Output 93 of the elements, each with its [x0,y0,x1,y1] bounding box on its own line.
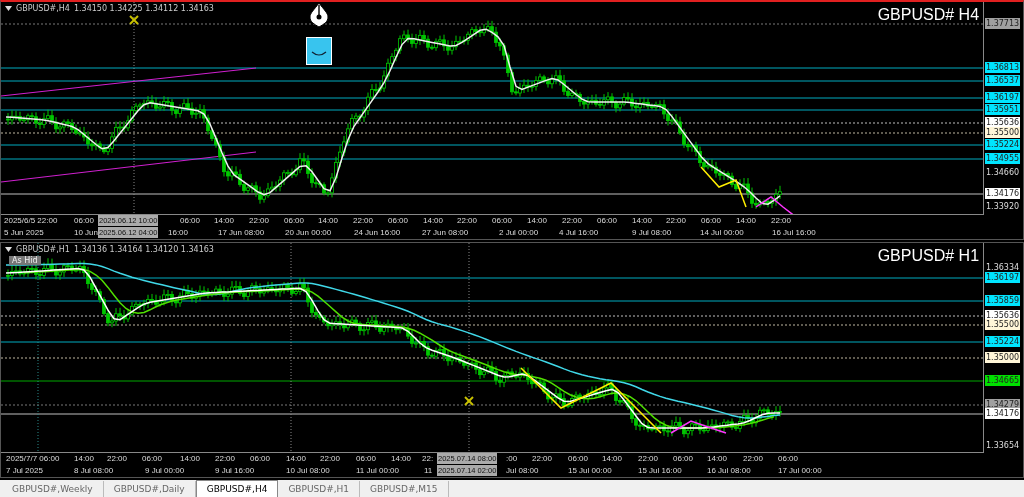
time-label: 06:00 [283,215,306,226]
time-label: 22:00 [456,215,479,226]
time-label: 2025/7/7 06:00 [5,453,61,464]
time-label: 06:00 [179,215,202,226]
time-label: 14:00 [601,453,624,464]
date-label: 10 Jul 08:00 [285,465,331,476]
time-label: 22: [421,453,435,464]
date-label: 14 Jul 00:00 [699,227,745,238]
time-label: 14:00 [285,453,308,464]
time-label: 22:00 [319,453,342,464]
date-label: 17 Jul 00:00 [777,465,823,476]
date-label: 16 Jul 16:00 [771,227,817,238]
price-label: 1.36334 [985,262,1021,273]
ohlc-values: 1.34150 1.34225 1.34112 1.34163 [73,4,214,13]
price-label: 1.36197 [985,272,1021,283]
date-label: 2 Jul 00:00 [498,227,540,238]
time-label: 22:00 [770,215,793,226]
date-label: 24 Jun 16:00 [353,227,402,238]
time-label: 06:00 [596,215,619,226]
date-label: 15 Jul 00:00 [567,465,613,476]
time-label: 14:00 [390,453,413,464]
time-label: 06:00 [491,215,514,226]
price-label: 1.33654 [985,440,1021,451]
time-label: 14:00 [735,215,758,226]
time-label: 06:00 [355,453,378,464]
time-label: 22:00 [248,215,271,226]
date-label: 9 Jul 08:00 [631,227,673,238]
time-label: 22:00 [531,453,554,464]
time-label: 22:00 [352,215,375,226]
time-label: 22:00 [561,215,584,226]
time-label: 22:00 [214,453,237,464]
date-label: 7 Jul 2025 [5,465,44,476]
price-label: 1.35951 [985,104,1021,115]
time-label: 22:00 [637,453,660,464]
chart-symbol: GBPUSD#,H4 [16,4,70,13]
time-label: 06:00 [249,453,272,464]
price-label: 1.34955 [985,153,1021,164]
date-label: 16:00 [167,227,190,238]
price-label: 1.35859 [985,295,1021,306]
time-label: 06:00 [672,453,695,464]
price-label: 1.34660 [985,167,1021,178]
chart-tab[interactable]: GBPUSD#,H4 [195,480,279,497]
price-label: 1.34176 [985,408,1021,419]
date-label: 8 Jul 08:00 [73,465,115,476]
time-label: 06:00 [567,453,590,464]
date-label: 4 Jul 16:00 [558,227,600,238]
date-label: 11 Jul 00:00 [355,465,400,476]
time-label: 06:00 [777,453,800,464]
price-label: 1.35000 [985,352,1021,363]
time-label: 06:00 [141,453,164,464]
price-label: 1.36197 [985,92,1021,103]
time-label: 14:00 [631,215,654,226]
time-label: 14:00 [179,453,202,464]
date-label: 9 Jul 00:00 [144,465,186,476]
time-label: 14:00 [317,215,340,226]
price-label: 1.36537 [985,75,1021,86]
chart-title: GBPUSD# H1 [877,247,980,265]
time-label: 06:00 [73,215,96,226]
indicator-label: As Hid [9,256,41,265]
date-label: Jul 08:00 [505,465,540,476]
price-label: 1.35224 [985,336,1021,347]
price-label: 1.36813 [985,62,1021,73]
time-label: 22:00 [106,453,129,464]
date-label: 20 Jun 00:00 [284,227,333,238]
date-label: 17 Jun 08:00 [217,227,266,238]
time-label: 14:00 [706,453,729,464]
price-label: 1.35224 [985,139,1021,150]
price-label: 1.34665 [985,375,1021,386]
date-label: 15 Jul 16:00 [637,465,683,476]
date-label: 11 [423,465,434,476]
time-label: 14:00 [526,215,549,226]
price-label: 1.35500 [985,319,1021,330]
price-label: 1.37713 [985,18,1021,29]
time-label: 14:00 [422,215,445,226]
time-label: 14:00 [213,215,236,226]
time-label: 22:00 [742,453,765,464]
time-label: 06:00 [700,215,723,226]
time-label: 06:00 [387,215,410,226]
time-label: 14:00 [73,453,96,464]
time-label: 2025/6/5 22:00 [3,215,59,226]
date-label: 9 Jul 16:00 [214,465,256,476]
date-label: 27 Jun 08:00 [421,227,470,238]
price-label: 1.33920 [985,201,1021,212]
price-label: 1.35500 [985,127,1021,138]
date-label: 10 Jun [73,227,99,238]
date-label: 5 Jun 2025 [3,227,45,238]
ohlc-values: 1.34136 1.34164 1.34120 1.34163 [73,245,214,254]
chart-title: GBPUSD# H4 [877,6,980,24]
chart-symbol: GBPUSD#,H1 [16,245,70,254]
time-label: 22:00 [665,215,688,226]
time-label: :00 [505,453,519,464]
date-label: 16 Jul 08:00 [706,465,752,476]
price-label: 1.34176 [985,188,1021,199]
